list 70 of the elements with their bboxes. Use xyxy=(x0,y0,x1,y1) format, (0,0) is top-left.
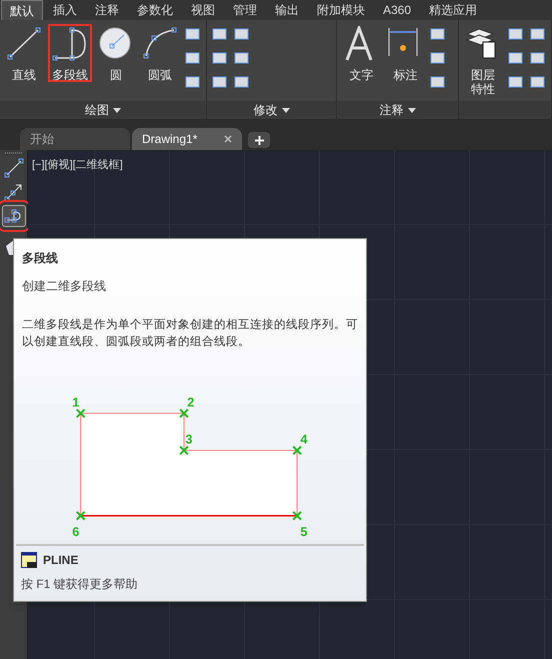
tool-icon xyxy=(211,26,229,42)
ribbon-tab[interactable]: 默认 xyxy=(1,0,43,20)
ribbon-tab[interactable]: 视图 xyxy=(183,0,223,20)
dropdown-caret-icon xyxy=(282,108,290,112)
tool-icon xyxy=(233,26,251,42)
tool-icon xyxy=(233,74,251,90)
point-label: 6 xyxy=(72,525,80,540)
point-label: 4 xyxy=(300,432,308,447)
tool-button[interactable]: 图层特性 xyxy=(463,24,503,96)
ribbon-tab[interactable]: A360 xyxy=(375,0,420,20)
ribbon-tab[interactable]: 注释 xyxy=(87,0,127,20)
vertex-marker-icon xyxy=(76,408,86,418)
ribbon-tab[interactable]: 附加模块 xyxy=(309,0,373,20)
tool-icon xyxy=(529,26,547,42)
tool-icon xyxy=(211,74,229,90)
ribbon-tab[interactable]: 插入 xyxy=(45,0,85,20)
tool-button[interactable]: 圆弧 xyxy=(140,24,180,82)
point-label: 5 xyxy=(300,525,308,540)
tool-icon xyxy=(429,26,448,42)
tool-button[interactable]: 直线 xyxy=(4,24,44,82)
panel-title[interactable]: 绘图 xyxy=(85,101,109,119)
tooltip-description: 二维多段线是作为单个平面对象创建的相互连接的线段序列。可以创建直线段、圆弧段或两者的组合线段。 xyxy=(21,317,359,350)
toolbar-grip-icon xyxy=(4,152,22,155)
tool-icon xyxy=(184,26,202,42)
tool-icon xyxy=(507,50,525,66)
viewport-label[interactable]: [−][俯视][二维线框] xyxy=(32,157,123,174)
tool-icon xyxy=(233,50,251,66)
vertex-marker-icon xyxy=(76,510,86,521)
new-tab-button[interactable] xyxy=(248,132,270,148)
ribbon-tab[interactable]: 输出 xyxy=(267,0,307,20)
ribbon-tab[interactable]: 参数化 xyxy=(129,0,181,20)
tool-icon xyxy=(507,74,525,90)
tooltip-title: 多段线 xyxy=(21,250,59,267)
point-label: 1 xyxy=(72,396,80,410)
tool-icon xyxy=(184,74,202,90)
point-label: 2 xyxy=(187,396,194,410)
dropdown-caret-icon xyxy=(113,108,121,112)
help-hint: 按 F1 键获得更多帮助 xyxy=(20,576,139,593)
panel-title[interactable]: 修改 xyxy=(254,101,278,119)
tool-icon xyxy=(211,50,229,66)
tool-icon xyxy=(429,50,448,66)
tool-button[interactable]: 多段线 xyxy=(48,24,92,82)
tool-button[interactable]: 文字 xyxy=(341,24,382,82)
ribbon-tab[interactable]: 管理 xyxy=(225,0,265,20)
point-label: 3 xyxy=(185,432,192,447)
ray-icon xyxy=(4,182,24,202)
tool-button[interactable]: 标注 xyxy=(385,24,426,82)
line-icon xyxy=(4,158,24,178)
plus-icon xyxy=(254,136,264,144)
dropdown-caret-icon xyxy=(408,108,416,112)
ribbon-tab[interactable]: 精选应用 xyxy=(421,0,486,20)
command-name: PLINE xyxy=(43,552,78,569)
tool-icon xyxy=(184,50,202,66)
tool-icon xyxy=(429,74,448,90)
tool-button[interactable]: 圆 xyxy=(96,24,136,82)
command-icon xyxy=(21,552,37,568)
vertex-marker-icon xyxy=(179,408,189,418)
vertex-marker-icon xyxy=(292,510,302,521)
tool-icon xyxy=(507,26,525,42)
toolbar-button[interactable] xyxy=(2,157,26,179)
file-tab[interactable]: 开始 xyxy=(20,128,130,150)
tool-icon xyxy=(529,50,547,66)
tool-icon xyxy=(529,74,547,90)
line-icon xyxy=(6,26,42,62)
vertex-marker-icon xyxy=(179,446,189,456)
vertex-marker-icon xyxy=(292,446,302,456)
tooltip-subtitle: 创建二维多段线 xyxy=(21,278,107,295)
polyline-icon xyxy=(52,26,88,62)
close-icon xyxy=(224,135,232,143)
file-tab[interactable]: Drawing1* xyxy=(132,128,242,150)
